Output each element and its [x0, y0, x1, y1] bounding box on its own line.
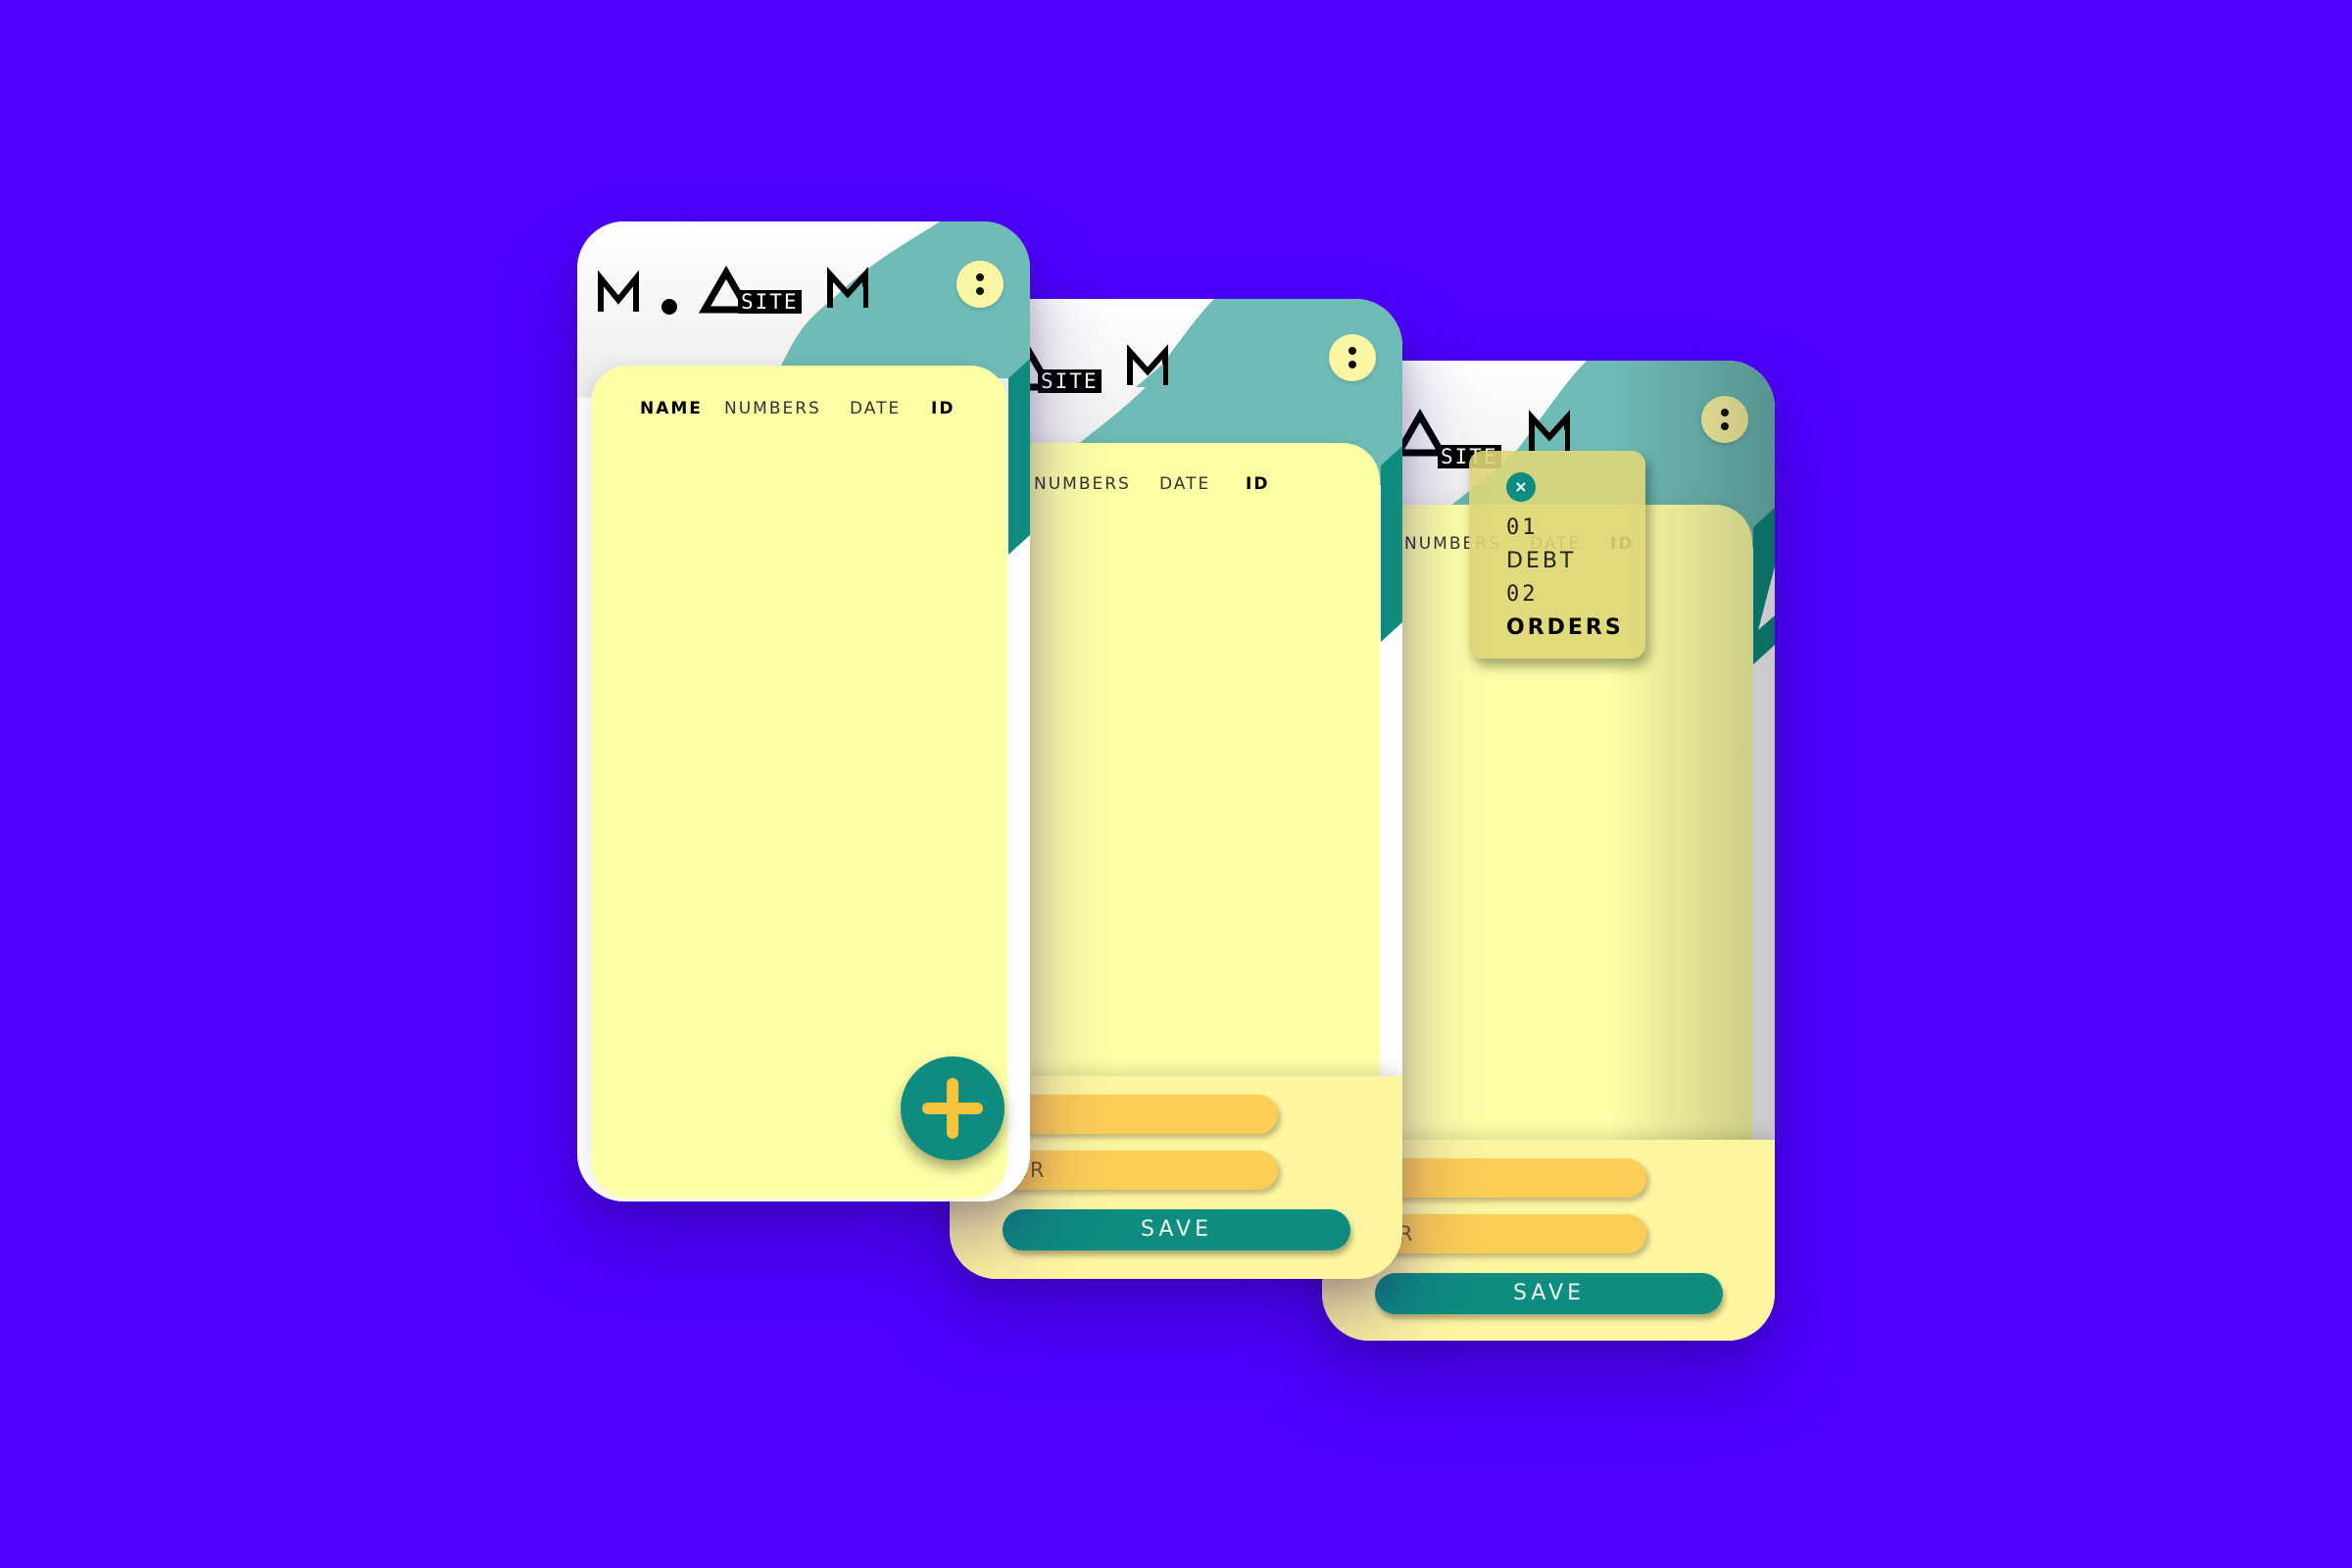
- more-vertical-icon-dot: [976, 287, 984, 295]
- more-menu-button[interactable]: [1329, 334, 1376, 381]
- column-numbers[interactable]: NUMBERS: [724, 399, 821, 418]
- add-record-button[interactable]: [901, 1056, 1004, 1160]
- save-button[interactable]: SAVE: [1003, 1209, 1350, 1250]
- menu-popup: × 01 DEBT 02 ORDERS: [1469, 451, 1645, 659]
- column-name[interactable]: NAME: [640, 399, 703, 418]
- column-id[interactable]: ID: [931, 399, 955, 418]
- more-menu-button[interactable]: [956, 261, 1004, 308]
- menu-item-orders[interactable]: ORDERS: [1506, 615, 1624, 640]
- plus-icon-stroke: [947, 1078, 958, 1139]
- logo-site-tag: SITE: [738, 290, 802, 314]
- save-button[interactable]: SAVE: [1375, 1273, 1723, 1314]
- list-header: NAME NUMBERS DATE ID: [591, 399, 1007, 422]
- more-vertical-icon-dot: [1348, 361, 1356, 368]
- column-date[interactable]: DATE: [1159, 474, 1210, 494]
- app-logo: SITE: [595, 247, 889, 325]
- logo-site-tag: SITE: [1038, 369, 1102, 393]
- menu-item-debt[interactable]: DEBT: [1506, 549, 1576, 573]
- more-vertical-icon: [976, 273, 984, 281]
- logo-mark: [598, 266, 868, 315]
- column-numbers[interactable]: NUMBERS: [1034, 474, 1131, 494]
- column-id[interactable]: ID: [1246, 474, 1269, 494]
- menu-item-number: 02: [1506, 582, 1539, 607]
- close-icon[interactable]: ×: [1506, 472, 1536, 502]
- phone-screen-list: SITE NAME NUMBERS DATE ID: [577, 221, 1030, 1201]
- column-date[interactable]: DATE: [850, 399, 901, 418]
- menu-item-number: 01: [1506, 515, 1539, 540]
- more-vertical-icon: [1348, 347, 1356, 355]
